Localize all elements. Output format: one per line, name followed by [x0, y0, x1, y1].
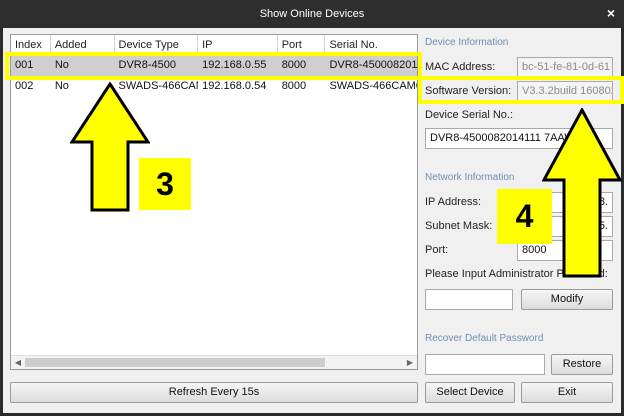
- list-header: Index Added Device Type IP Port Serial N…: [11, 35, 417, 55]
- modify-button[interactable]: Modify: [521, 289, 613, 310]
- software-version-field[interactable]: V3.3.2build 160802: [517, 81, 613, 102]
- row-ip: 192.168.0.54: [202, 80, 267, 92]
- scroll-right-icon[interactable]: ▶: [403, 356, 417, 369]
- recover-heading: Recover Default Password: [425, 333, 544, 344]
- row-serial: SWADS-466CAM01: [329, 80, 417, 92]
- horizontal-scrollbar[interactable]: ◀ ▶: [11, 355, 417, 369]
- table-row[interactable]: 001 No DVR8-4500 192.168.0.55 8000 DVR8-…: [11, 55, 417, 76]
- device-info-heading: Device Information: [425, 37, 509, 48]
- refresh-button[interactable]: Refresh Every 15s: [10, 382, 418, 403]
- mac-label: MAC Address:: [425, 61, 496, 73]
- admin-password-input[interactable]: [425, 289, 513, 310]
- row-ip: 192.168.0.55: [202, 59, 267, 71]
- column-port[interactable]: Port: [278, 35, 326, 54]
- row-port: 8000: [281, 80, 307, 92]
- exit-button[interactable]: Exit: [521, 382, 613, 403]
- column-serial[interactable]: Serial No.: [325, 35, 417, 54]
- column-added[interactable]: Added: [51, 35, 115, 54]
- column-index[interactable]: Index: [11, 35, 51, 54]
- scroll-thumb[interactable]: [25, 358, 325, 367]
- title-bar: Show Online Devices ×: [0, 0, 624, 28]
- restore-button[interactable]: Restore: [551, 354, 613, 375]
- close-icon[interactable]: ×: [604, 6, 618, 20]
- arrow-up-icon: [70, 82, 150, 212]
- port-label: Port:: [425, 244, 449, 256]
- mac-field[interactable]: bc-51-fe-81-0d-61: [517, 57, 613, 78]
- row-serial: DVR8-450008201411: [329, 59, 417, 71]
- recover-input[interactable]: [425, 354, 545, 375]
- select-device-button[interactable]: Select Device: [425, 382, 515, 403]
- network-info-heading: Network Information: [425, 172, 515, 183]
- column-device-type[interactable]: Device Type: [115, 35, 199, 54]
- software-version-label: Software Version:: [425, 85, 512, 97]
- row-index: 002: [15, 80, 34, 92]
- step-3-badge: 3: [139, 158, 191, 210]
- row-device-type: DVR8-4500: [118, 59, 176, 71]
- subnet-mask-label: Subnet Mask:: [425, 220, 493, 232]
- row-port: 8000: [281, 59, 307, 71]
- scroll-left-icon[interactable]: ◀: [11, 356, 25, 369]
- device-serial-label: Device Serial No.:: [425, 109, 514, 121]
- step-4-badge: 4: [497, 189, 552, 244]
- window-title: Show Online Devices: [259, 8, 365, 20]
- ip-address-label: IP Address:: [425, 196, 482, 208]
- row-index: 001: [15, 59, 34, 71]
- arrow-up-icon: [542, 108, 622, 278]
- column-ip[interactable]: IP: [198, 35, 278, 54]
- row-added: No: [54, 59, 69, 71]
